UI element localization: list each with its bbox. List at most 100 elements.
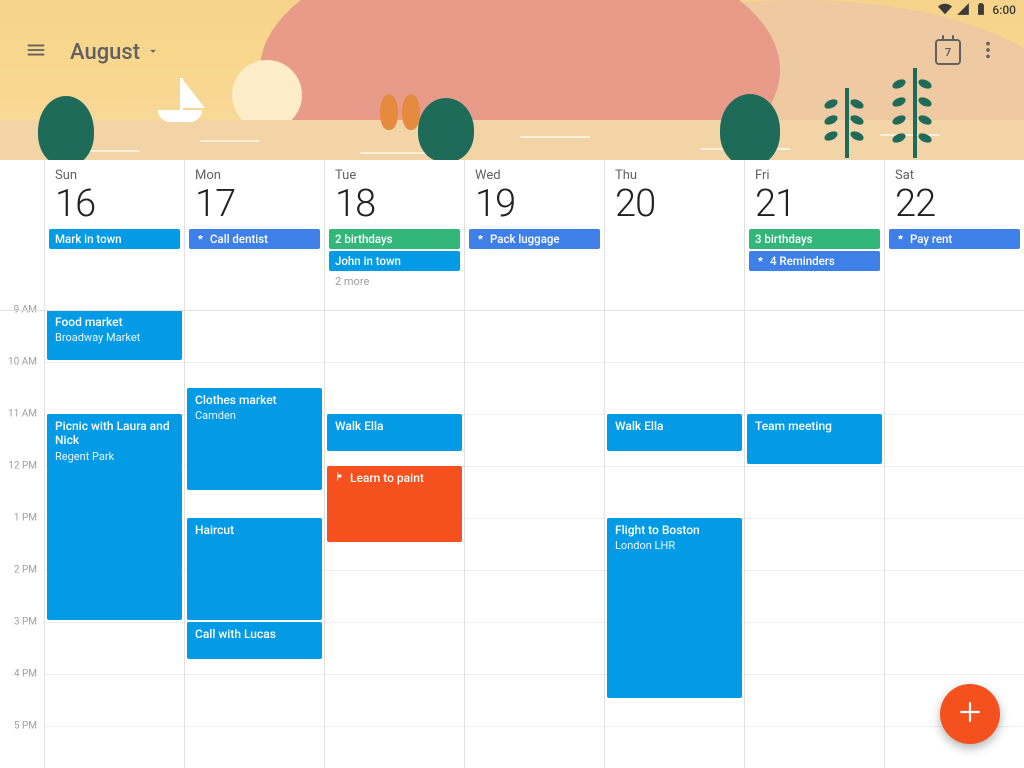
day-header[interactable]: Sat22 (885, 160, 1024, 227)
hour-line (465, 362, 604, 363)
reminder-icon (895, 234, 906, 245)
calendar-event[interactable]: Clothes marketCamden (187, 388, 322, 490)
event-subtitle: Regent Park (55, 450, 174, 463)
allday-area: Pack luggage (465, 229, 604, 249)
flag-icon (335, 471, 346, 485)
day-header[interactable]: Fri21 (745, 160, 884, 227)
battery-icon (974, 2, 988, 19)
chip-label: John in town (335, 254, 401, 268)
calendar-event[interactable]: Food market Broadway Market (47, 310, 182, 360)
day-column[interactable]: Wed19 Pack luggage (464, 160, 604, 768)
more-vert-icon (977, 39, 999, 65)
time-grid[interactable]: Clothes marketCamden Haircut Call with Luc… (185, 310, 324, 768)
calendar-event[interactable]: Team meeting (747, 414, 882, 464)
chip-label: Pack luggage (490, 232, 560, 246)
time-grid[interactable] (465, 310, 604, 768)
month-picker[interactable]: August (70, 40, 160, 65)
hour-line (325, 726, 464, 727)
day-number: 16 (55, 185, 174, 223)
hour-line (885, 674, 1024, 675)
chip-label: Mark in town (55, 232, 122, 246)
create-event-fab[interactable] (940, 684, 1000, 744)
hour-label: 1 PM (1, 513, 41, 524)
hour-line (45, 622, 184, 623)
time-grid[interactable]: Walk Ella Flight to BostonLondon LHR (605, 310, 744, 768)
hour-line (885, 414, 1024, 415)
allday-chip[interactable]: Mark in town (49, 229, 180, 249)
event-title: Clothes market (195, 393, 314, 407)
time-grid[interactable]: 9 AM10 AM11 AM12 PM1 PM2 PM3 PM4 PM5 PMF… (45, 310, 184, 768)
hour-line (465, 726, 604, 727)
hour-line (745, 518, 884, 519)
allday-chip[interactable]: 3 birthdays (749, 229, 880, 249)
hour-line (465, 414, 604, 415)
hour-line (45, 674, 184, 675)
event-title: Walk Ella (615, 419, 734, 433)
day-column[interactable]: Sat22Pay rent (884, 160, 1024, 768)
today-button[interactable]: 7 (928, 32, 968, 72)
allday-chip[interactable]: Pack luggage (469, 229, 600, 249)
chevron-down-icon (146, 43, 160, 62)
hour-line (885, 466, 1024, 467)
day-column[interactable]: Sun 16 Mark in town 9 AM10 AM11 AM12 PM1 PM… (44, 160, 184, 768)
event-title: Team meeting (755, 419, 874, 433)
event-title: Walk Ella (335, 419, 454, 433)
hour-label: 12 PM (1, 461, 41, 472)
day-header[interactable]: Tue18 (325, 160, 464, 227)
allday-chip[interactable]: 4 Reminders (749, 251, 880, 271)
time-grid[interactable]: Team meeting (745, 310, 884, 768)
calendar-event[interactable]: Picnic with Laura and NickRegent Park (47, 414, 182, 620)
chip-label: Call dentist (210, 232, 268, 246)
hour-line (185, 674, 324, 675)
calendar-event[interactable]: Walk Ella (607, 414, 742, 451)
hour-line (605, 466, 744, 467)
calendar-week-view: Sun 16 Mark in town 9 AM10 AM11 AM12 PM1 PM… (0, 160, 1024, 768)
day-of-week: Mon (195, 168, 314, 183)
hour-label: 3 PM (1, 617, 41, 628)
hour-line (325, 570, 464, 571)
decor-bush (720, 94, 780, 160)
day-of-week: Sun (55, 168, 174, 183)
hour-line (745, 726, 884, 727)
day-header[interactable]: Sun 16 (45, 160, 184, 227)
decor-bush (38, 96, 94, 160)
day-header[interactable]: Wed19 (465, 160, 604, 227)
overflow-button[interactable] (968, 32, 1008, 72)
time-grid[interactable]: Walk Ella Learn to paint (325, 310, 464, 768)
day-header[interactable]: Mon17 (185, 160, 324, 227)
event-title: Food market (55, 315, 174, 329)
calendar-event[interactable]: Flight to BostonLondon LHR (607, 518, 742, 698)
allday-chip[interactable]: Call dentist (189, 229, 320, 249)
event-title: Call with Lucas (195, 627, 314, 641)
day-column[interactable]: Tue182 birthdays John in town 2 more Walk E… (324, 160, 464, 768)
allday-chip[interactable]: Pay rent (889, 229, 1020, 249)
calendar-event[interactable]: Walk Ella (327, 414, 462, 451)
day-header[interactable]: Thu20 (605, 160, 744, 227)
hour-line (325, 362, 464, 363)
hour-line (745, 362, 884, 363)
decor-sea-lines (0, 120, 1024, 160)
event-subtitle: Broadway Market (55, 331, 174, 344)
calendar-event[interactable]: Call with Lucas (187, 622, 322, 659)
decor-boat (150, 78, 210, 122)
day-column[interactable]: Thu20 Walk Ella Flight to BostonLondon LHR (604, 160, 744, 768)
allday-chip[interactable]: John in town (329, 251, 460, 271)
menu-button[interactable] (16, 32, 56, 72)
event-title: Learn to paint (335, 471, 454, 485)
reminder-icon (195, 234, 206, 245)
calendar-event[interactable]: Learn to paint (327, 466, 462, 542)
calendar-event[interactable]: Haircut (187, 518, 322, 620)
allday-chip[interactable]: 2 birthdays (329, 229, 460, 249)
chip-label: 4 Reminders (770, 254, 835, 268)
hour-line (45, 726, 184, 727)
hour-line (885, 622, 1024, 623)
day-column[interactable]: Mon17 Call dentist Clothes marketCamden Hai… (184, 160, 324, 768)
event-subtitle: London LHR (615, 539, 734, 552)
day-column[interactable]: Fri213 birthdays 4 Reminders Team meeting (744, 160, 884, 768)
day-of-week: Sat (895, 168, 1014, 183)
more-events[interactable]: 2 more (327, 273, 462, 290)
allday-separator (0, 310, 1024, 311)
app-bar: August 7 (0, 24, 1024, 80)
status-bar: 6:00 (938, 0, 1016, 20)
hour-label: 10 AM (1, 357, 41, 368)
